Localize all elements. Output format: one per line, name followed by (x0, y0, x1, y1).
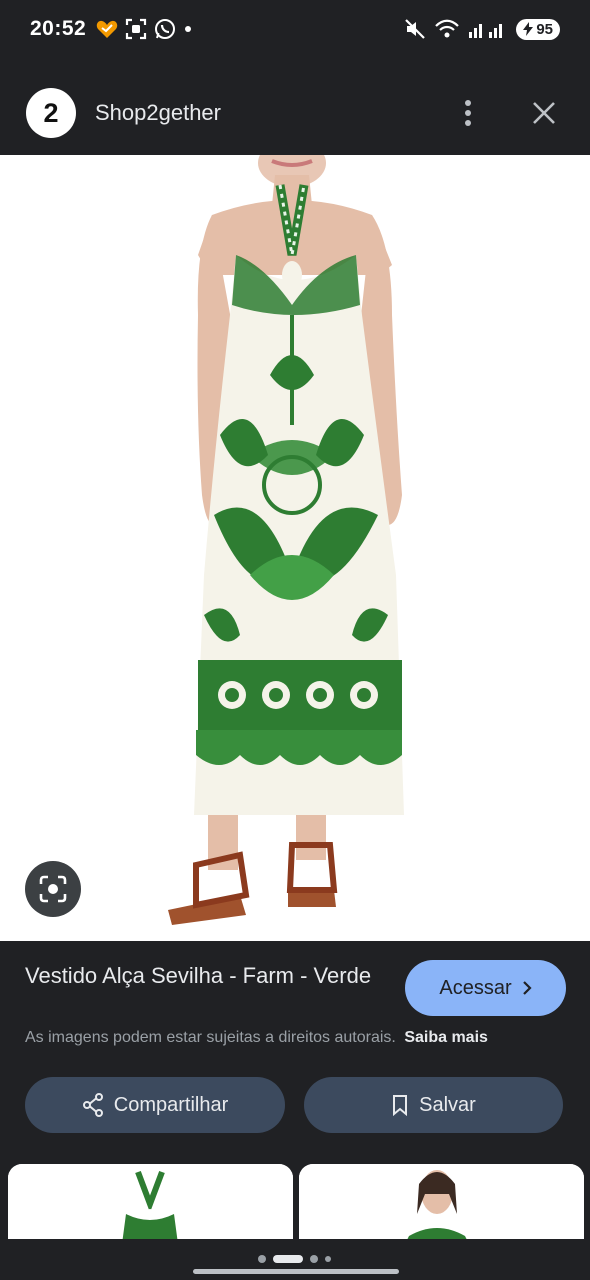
copyright-text: As imagens podem estar sujeitas a direit… (25, 1029, 396, 1046)
dress-photo (0, 155, 590, 941)
product-image[interactable] (0, 155, 590, 941)
app-bar: 2 Shop2gether (0, 70, 590, 156)
battery-level: 95 (536, 20, 553, 38)
wifi-icon (435, 19, 460, 38)
share-button-label: Compartilhar (113, 1093, 229, 1116)
bookmark-icon (393, 1095, 408, 1116)
more-vert-icon (465, 100, 471, 126)
product-info-panel: Vestido Alça Sevilha - Farm - Verde Aces… (0, 941, 590, 1166)
visit-button-label: Acessar (439, 976, 512, 999)
copyright-notice: As imagens podem estar sujeitas a direit… (25, 1029, 570, 1047)
whatsapp-icon (155, 19, 176, 39)
visit-button[interactable]: Acessar (405, 960, 566, 1016)
more-options-button[interactable] (448, 93, 488, 133)
chevron-right-icon (522, 981, 532, 995)
close-button[interactable] (524, 93, 564, 133)
share-button[interactable]: Compartilhar (25, 1077, 285, 1133)
carousel-dot (258, 1255, 266, 1263)
carousel-dot-active (273, 1255, 303, 1263)
related-image-card[interactable] (8, 1164, 293, 1244)
site-logo: 2 (26, 88, 76, 138)
site-logo-text: 2 (43, 97, 59, 128)
navigation-bar (0, 1239, 590, 1280)
related-image-card[interactable] (299, 1164, 584, 1244)
related-dress-image (8, 1164, 293, 1244)
carousel-dot (310, 1255, 318, 1263)
notification-icons (96, 18, 193, 40)
close-icon (533, 102, 555, 124)
signal-icon (469, 24, 503, 38)
lens-icon (39, 875, 67, 903)
system-icons: 95 (404, 18, 560, 40)
carousel-dot (325, 1256, 331, 1262)
battery-indicator: 95 (516, 18, 560, 40)
mute-icon (405, 19, 426, 39)
site-name: Shop2gether (95, 100, 221, 125)
save-button[interactable]: Salvar (304, 1077, 563, 1133)
share-icon (82, 1093, 103, 1117)
carousel-indicator (258, 1255, 331, 1263)
status-time: 20:52 (30, 17, 87, 40)
learn-more-link[interactable]: Saiba mais (404, 1029, 488, 1046)
status-bar: 20:52 95 (0, 0, 590, 58)
battery-icon (523, 22, 534, 36)
gesture-handle[interactable] (193, 1269, 399, 1274)
lens-button[interactable] (25, 861, 81, 917)
related-model-image (299, 1164, 584, 1244)
screenshot-icon (126, 18, 147, 40)
dot-icon (185, 26, 192, 32)
save-button-label: Salvar (419, 1093, 476, 1116)
product-title[interactable]: Vestido Alça Sevilha - Farm - Verde (25, 960, 385, 991)
heart-icon (97, 20, 118, 38)
